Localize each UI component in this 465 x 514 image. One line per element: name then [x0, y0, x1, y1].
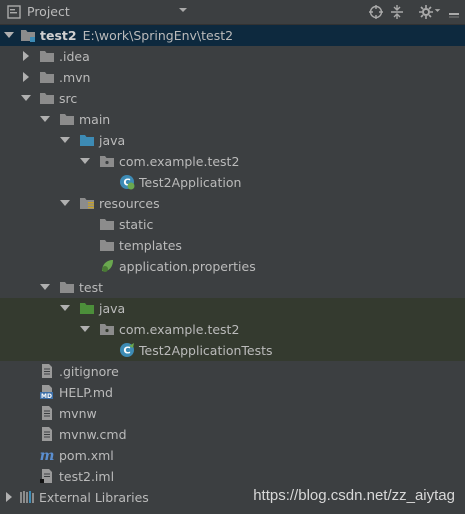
- spring-properties-icon: [102, 260, 113, 272]
- tree-item-label: .mvn: [59, 70, 91, 85]
- collapsed-arrow-icon[interactable]: [4, 492, 14, 502]
- collapsed-arrow-icon[interactable]: [21, 72, 31, 82]
- expand-arrow-icon[interactable]: [60, 198, 70, 208]
- tree-item-label: src: [59, 91, 78, 106]
- project-icon: [7, 5, 21, 19]
- svg-text:m: m: [40, 448, 55, 463]
- tree-item-test-package[interactable]: com.example.test2: [0, 319, 465, 340]
- tree-item-main[interactable]: main: [0, 109, 465, 130]
- tree-item-label: External Libraries: [39, 490, 149, 505]
- folder-icon: [60, 282, 74, 293]
- tree-item-test-java[interactable]: java: [0, 298, 465, 319]
- tree-item-label: test2 E:\work\SpringEnv\test2: [40, 28, 234, 43]
- tree-item-src[interactable]: src: [0, 88, 465, 109]
- tree-item-label: com.example.test2: [119, 154, 240, 169]
- collapse-icon[interactable]: [389, 4, 405, 20]
- settings-icon[interactable]: [418, 4, 434, 20]
- settings-dropdown-icon[interactable]: [434, 7, 441, 14]
- tree-item-mvn[interactable]: .mvn: [0, 67, 465, 88]
- folder-icon: [60, 114, 74, 125]
- markdown-file-icon: MD: [40, 385, 53, 400]
- tree-item-main-java[interactable]: java: [0, 130, 465, 151]
- tree-item-label: .idea: [59, 49, 90, 64]
- maven-icon: m: [40, 448, 55, 463]
- expand-arrow-icon[interactable]: [60, 135, 70, 145]
- collapsed-arrow-icon[interactable]: [21, 51, 31, 61]
- tree-item-templates[interactable]: templates: [0, 235, 465, 256]
- text-file-icon: [42, 364, 52, 378]
- expand-arrow-icon[interactable]: [4, 30, 14, 40]
- package-icon: [100, 324, 114, 335]
- tree-item-help[interactable]: MD HELP.md: [0, 382, 465, 403]
- tree-item-label: java: [99, 133, 126, 148]
- folder-icon: [100, 219, 114, 230]
- expand-arrow-icon[interactable]: [60, 303, 70, 313]
- svg-text:MD: MD: [41, 393, 52, 400]
- tree-item-mvnw-cmd[interactable]: mvnw.cmd: [0, 424, 465, 445]
- expand-arrow-icon[interactable]: [40, 114, 50, 124]
- tree-item-app-properties[interactable]: application.properties: [0, 256, 465, 277]
- folder-icon: [40, 93, 54, 104]
- tree-item-label: .gitignore: [59, 364, 119, 379]
- expand-arrow-icon[interactable]: [21, 93, 31, 103]
- module-folder-icon: [21, 30, 35, 42]
- text-file-icon: [42, 406, 52, 420]
- tree-item-pom[interactable]: m pom.xml: [0, 445, 465, 466]
- tree-item-label: Test2Application: [139, 175, 242, 190]
- tree-item-label: main: [79, 112, 111, 127]
- spring-boot-class-icon: C: [120, 175, 135, 190]
- tree-item-app-class[interactable]: C Test2Application: [0, 172, 465, 193]
- tree-item-mvnw[interactable]: mvnw: [0, 403, 465, 424]
- svg-text:C: C: [123, 346, 130, 357]
- tree-item-label: mvnw: [59, 406, 97, 421]
- locate-icon[interactable]: [368, 4, 384, 20]
- dropdown-icon[interactable]: [178, 5, 188, 15]
- tree-item-test-class[interactable]: C Test2ApplicationTests: [0, 340, 465, 361]
- tree-item-label: HELP.md: [59, 385, 113, 400]
- package-icon: [100, 156, 114, 167]
- tree-item-label: Test2ApplicationTests: [139, 343, 273, 358]
- tree-item-label: test: [79, 280, 104, 295]
- test-source-folder-icon: [80, 303, 94, 314]
- tree-item-gitignore[interactable]: .gitignore: [0, 361, 465, 382]
- source-folder-icon: [80, 135, 94, 146]
- watermark: https://blog.csdn.net/zz_aiytag: [253, 487, 455, 504]
- tree-item-root[interactable]: test2 E:\work\SpringEnv\test2: [0, 25, 465, 46]
- project-view-title[interactable]: Project: [27, 4, 70, 19]
- text-file-icon: [42, 427, 52, 441]
- expand-arrow-icon[interactable]: [80, 156, 90, 166]
- resources-folder-icon: [80, 198, 94, 209]
- hide-icon[interactable]: [446, 4, 462, 20]
- folder-icon: [40, 51, 54, 62]
- module-file-icon: [40, 469, 52, 483]
- tree-item-static[interactable]: static: [0, 214, 465, 235]
- tree-item-label: com.example.test2: [119, 322, 240, 337]
- tree-item-label: pom.xml: [59, 448, 114, 463]
- libraries-icon: [20, 491, 34, 503]
- tree-item-label: test2.iml: [59, 469, 115, 484]
- tree-item-test[interactable]: test: [0, 277, 465, 298]
- tree-item-label: mvnw.cmd: [59, 427, 127, 442]
- expand-arrow-icon[interactable]: [40, 282, 50, 292]
- tree-item-idea[interactable]: .idea: [0, 46, 465, 67]
- expand-arrow-icon[interactable]: [80, 324, 90, 334]
- tree-item-label: resources: [99, 196, 160, 211]
- test-class-icon: C: [120, 343, 134, 357]
- tree-item-label: java: [99, 301, 126, 316]
- tree-item-label: application.properties: [119, 259, 256, 274]
- tree-item-label: templates: [119, 238, 182, 253]
- tree-item-main-package[interactable]: com.example.test2: [0, 151, 465, 172]
- tree-item-iml[interactable]: test2.iml: [0, 466, 465, 487]
- tree-item-resources[interactable]: resources: [0, 193, 465, 214]
- tree-item-label: static: [119, 217, 154, 232]
- folder-icon: [100, 240, 114, 251]
- project-toolbar: Project: [0, 0, 465, 25]
- folder-icon: [40, 72, 54, 83]
